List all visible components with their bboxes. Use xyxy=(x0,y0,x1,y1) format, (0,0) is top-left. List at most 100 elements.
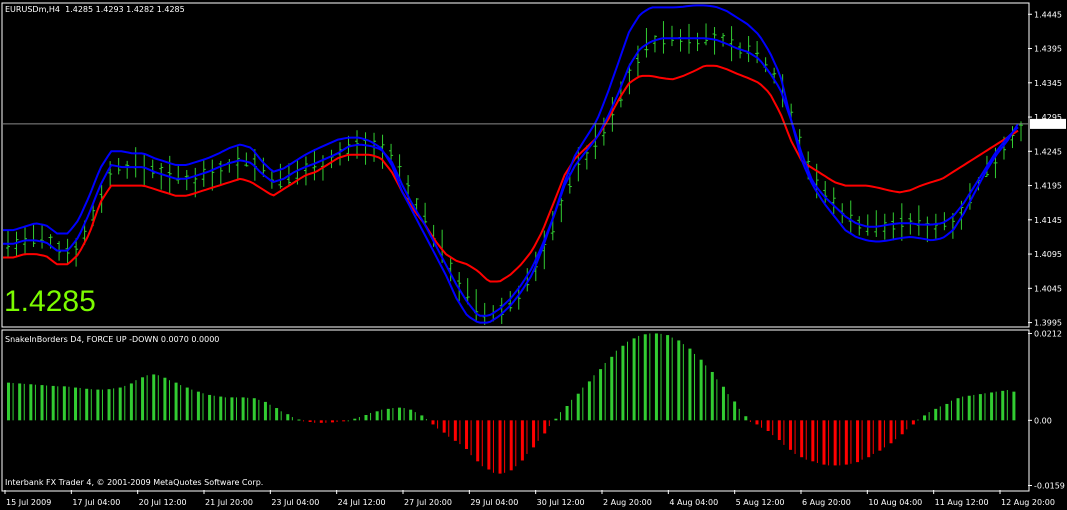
histogram-bar xyxy=(314,420,316,423)
histogram-bar xyxy=(694,353,696,421)
histogram-bar xyxy=(409,409,413,421)
histogram-bar xyxy=(425,419,427,421)
histogram-bar xyxy=(263,401,267,421)
indicator-tick-label: 0.00 xyxy=(1034,416,1052,425)
histogram-bar xyxy=(364,415,368,421)
price-tick-label: 1.3995 xyxy=(1034,319,1062,328)
price-tick-label: 1.4345 xyxy=(1034,79,1062,88)
histogram-bar xyxy=(749,420,751,422)
histogram-bar xyxy=(889,420,893,444)
time-tick-label: 23 Jul 04:00 xyxy=(271,498,319,507)
time-tick-label: 10 Aug 04:00 xyxy=(868,498,922,507)
histogram-bar xyxy=(57,386,59,421)
histogram-bar xyxy=(861,420,863,460)
histogram-bar xyxy=(74,387,78,421)
histogram-bar xyxy=(152,374,156,421)
histogram-bar xyxy=(995,391,997,421)
chart-canvas: 1.44451.43951.43451.42951.42451.41951.41… xyxy=(0,0,1067,510)
histogram-bar xyxy=(163,377,167,421)
histogram-bar xyxy=(671,337,673,421)
histogram-bar xyxy=(224,397,226,421)
time-tick-label: 2 Aug 20:00 xyxy=(603,498,652,507)
histogram-bar xyxy=(962,396,964,421)
histogram-bar xyxy=(599,369,603,421)
histogram-bar xyxy=(576,393,580,421)
histogram-bar xyxy=(721,386,725,421)
histogram-bar xyxy=(906,420,908,430)
histogram-bar xyxy=(336,420,338,422)
histogram-bar xyxy=(984,393,986,421)
time-tick-label: 27 Jul 20:00 xyxy=(404,498,452,507)
histogram-bar xyxy=(353,418,357,421)
histogram-bar xyxy=(375,411,379,421)
histogram-bar xyxy=(571,399,573,421)
time-tick-label: 17 Jul 04:00 xyxy=(72,498,120,507)
histogram-bar xyxy=(593,375,595,421)
price-tick-label: 1.4245 xyxy=(1034,147,1062,156)
histogram-bar xyxy=(816,420,818,463)
histogram-bar xyxy=(978,394,982,421)
histogram-bar xyxy=(604,362,606,421)
histogram-bar xyxy=(286,414,290,421)
histogram-bar xyxy=(481,420,483,467)
histogram-bar xyxy=(565,405,569,421)
histogram-bar xyxy=(465,420,469,450)
histogram-bar xyxy=(833,420,837,466)
histogram-bar xyxy=(716,379,718,421)
histogram-bar xyxy=(448,420,450,437)
copyright-footer: Interbank FX Trader 4, © 2001-2009 MetaQ… xyxy=(5,478,264,487)
histogram-bar xyxy=(867,420,871,458)
histogram-bar xyxy=(660,333,662,421)
histogram-bar xyxy=(649,333,651,421)
histogram-bar xyxy=(794,420,796,454)
histogram-bar xyxy=(230,397,234,421)
histogram-bar xyxy=(504,420,506,473)
histogram-bar xyxy=(129,383,133,421)
histogram-bar xyxy=(247,397,249,421)
ohlc-header: 1.4285 1.4293 1.4282 1.4285 xyxy=(65,5,185,14)
time-tick-label: 11 Aug 12:00 xyxy=(935,498,989,507)
histogram-bar xyxy=(492,420,494,473)
histogram-bar xyxy=(805,420,807,460)
histogram-bar xyxy=(839,420,841,466)
time-tick-label: 15 Jul 2009 xyxy=(6,498,51,507)
histogram-bar xyxy=(900,420,904,435)
histogram-bar xyxy=(766,420,770,431)
histogram-bar xyxy=(911,420,915,425)
histogram-bar xyxy=(303,420,305,422)
histogram-bar xyxy=(498,420,502,474)
histogram-bar xyxy=(297,419,301,421)
histogram-bar xyxy=(236,397,238,421)
histogram-bar xyxy=(96,389,100,421)
time-tick-label: 4 Aug 04:00 xyxy=(669,498,718,507)
histogram-bar xyxy=(705,365,707,421)
histogram-bar xyxy=(677,340,681,421)
histogram-bar xyxy=(330,420,334,423)
histogram-bar xyxy=(761,420,763,428)
histogram-bar xyxy=(476,420,480,462)
histogram-bar xyxy=(414,412,416,421)
histogram-bar xyxy=(191,389,193,421)
histogram-bar xyxy=(40,385,44,421)
histogram-bar xyxy=(733,401,737,421)
histogram-bar xyxy=(62,386,66,421)
histogram-bar xyxy=(219,396,223,421)
histogram-bar xyxy=(325,420,327,423)
histogram-bar xyxy=(548,420,550,427)
histogram-bar xyxy=(101,389,103,421)
histogram-bar xyxy=(381,409,383,421)
histogram-bar xyxy=(185,387,189,421)
indicator-title: SnakeInBorders D4, FORCE UP -DOWN 0.0070… xyxy=(5,335,220,344)
histogram-bar xyxy=(34,384,36,421)
indicator-tick-label: 0.0212 xyxy=(1034,329,1062,338)
histogram-bar xyxy=(459,420,461,445)
histogram-bar xyxy=(358,417,360,421)
histogram-bar xyxy=(509,420,513,471)
histogram-bar xyxy=(1012,391,1016,421)
histogram-bar xyxy=(520,420,524,461)
histogram-bar xyxy=(431,420,435,425)
histogram-bar xyxy=(118,387,122,421)
histogram-bar xyxy=(85,388,89,421)
symbol-title: EURUSDm,H4 1.4285 1.4293 1.4282 1.4285 xyxy=(5,5,185,14)
histogram-bar xyxy=(403,408,405,421)
